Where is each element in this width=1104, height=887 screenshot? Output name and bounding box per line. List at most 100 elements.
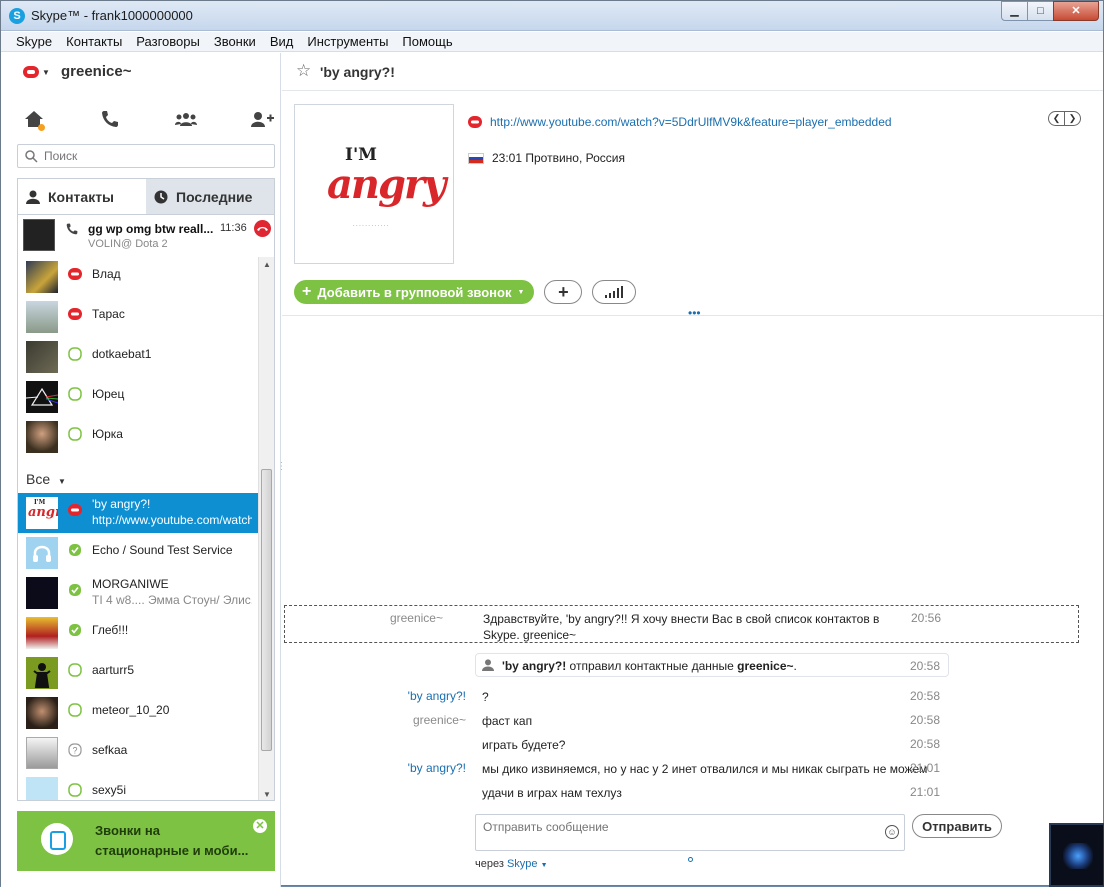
favorite-star-icon[interactable]: ☆ <box>296 61 311 81</box>
menu-help[interactable]: Помощь <box>395 32 459 51</box>
avatar <box>26 657 58 689</box>
skype-logo-icon: S <box>9 8 25 24</box>
message-time: 20:58 <box>910 713 941 727</box>
next-arrow-icon[interactable]: ❯ <box>1064 111 1081 126</box>
contact-item[interactable]: Тарас <box>18 297 258 337</box>
contact-name: MORGANIWE <box>92 577 169 591</box>
contact-name: Влад <box>92 267 121 281</box>
my-name[interactable]: greenice~ <box>61 63 131 80</box>
contact-item[interactable]: Юрец <box>18 377 258 417</box>
contact-item[interactable]: Echo / Sound Test Service <box>18 533 258 573</box>
menu-conversations[interactable]: Разговоры <box>129 32 207 51</box>
add-contact-icon[interactable] <box>247 107 277 131</box>
minimize-button[interactable]: ▁ <box>1001 1 1028 21</box>
contact-item[interactable]: dotkaebat1 <box>18 337 258 377</box>
contact-list-scrollbar[interactable]: ▲ ▼ <box>258 257 274 800</box>
contact-item-selected[interactable]: I'M angry 'by angry?! http://www.youtube… <box>18 493 258 533</box>
menu-view[interactable]: Вид <box>263 32 301 51</box>
scroll-up-icon[interactable]: ▲ <box>263 260 271 269</box>
message-sender: 'by angry?! <box>407 689 466 703</box>
my-status-icon[interactable] <box>23 66 39 78</box>
tab-recent[interactable]: Последние <box>146 179 274 214</box>
via-skype-link[interactable]: Skype <box>507 858 538 870</box>
gadget-glow <box>1063 843 1093 869</box>
menu-calls[interactable]: Звонки <box>207 32 263 51</box>
send-via: через Skype ▼ <box>475 858 548 870</box>
promo-banner[interactable]: Звонки на стационарные и моби... ✕ <box>17 811 275 871</box>
contact-name: Echo / Sound Test Service <box>92 543 233 557</box>
contact-list: Влад Тарас dotkaebat1 Юрец Юрка Все ▼ I'… <box>18 257 258 800</box>
typing-indicator-icon <box>688 857 693 862</box>
search-icon <box>25 150 38 163</box>
close-promo-icon[interactable]: ✕ <box>253 819 267 833</box>
message-sender: 'by angry?! <box>407 761 466 775</box>
group-icon[interactable] <box>171 107 201 131</box>
conversation-title: 'by angry?! <box>320 64 395 80</box>
maximize-button[interactable]: □ <box>1027 1 1054 21</box>
nav-toolbar <box>19 107 277 131</box>
call-phone-icon[interactable] <box>95 107 125 131</box>
plus-icon: + <box>302 283 312 300</box>
avatar <box>26 421 58 453</box>
call-quality-button[interactable] <box>592 280 637 304</box>
contact-item[interactable]: Глеб!!! <box>18 613 258 653</box>
contact-name: meteor_10_20 <box>92 703 170 717</box>
offline-status-icon <box>68 387 82 401</box>
contact-item[interactable]: aarturr5 <box>18 653 258 693</box>
scrollbar-thumb[interactable] <box>261 469 272 751</box>
menu-contacts[interactable]: Контакты <box>59 32 129 51</box>
busy-status-icon <box>468 116 482 128</box>
message-compose[interactable]: ☺ <box>475 814 905 851</box>
hang-up-button[interactable] <box>254 220 271 237</box>
contact-name: aarturr5 <box>92 663 135 677</box>
status-caret-icon[interactable]: ▼ <box>42 68 50 77</box>
contact-item[interactable]: ? sefkaa <box>18 733 258 773</box>
prev-arrow-icon[interactable]: ❮ <box>1048 111 1065 126</box>
plus-icon: + <box>558 281 569 302</box>
contact-item[interactable]: sexy5i <box>18 773 258 800</box>
close-button[interactable]: ✕ <box>1053 1 1099 21</box>
hang-up-icon <box>257 227 268 231</box>
contact-mood: TI 4 w8.... Эмма Стоун/ Элис... <box>92 593 252 607</box>
search-input[interactable] <box>44 148 264 164</box>
add-to-group-call-button[interactable]: + Добавить в групповой звонок ▼ <box>294 280 535 304</box>
message-time: 20:58 <box>910 689 941 703</box>
home-icon[interactable] <box>19 107 49 131</box>
busy-status-icon <box>68 504 82 516</box>
tab-contacts-label: Контакты <box>48 188 115 205</box>
contact-name: Юрка <box>92 427 123 441</box>
contact-item[interactable]: meteor_10_20 <box>18 693 258 733</box>
search-box[interactable] <box>17 144 275 168</box>
header-divider <box>282 315 1103 316</box>
online-status-icon <box>69 584 81 596</box>
signal-bars-icon <box>605 286 624 298</box>
avatar <box>25 381 59 413</box>
add-people-button[interactable]: + <box>544 280 583 304</box>
contact-item[interactable]: Юрка <box>18 417 258 457</box>
chat-message-highlighted[interactable]: greenice~ Здравствуйте, 'by angry?!! Я х… <box>284 605 1079 643</box>
contacts-tabs: Контакты Последние <box>17 178 275 214</box>
menu-skype[interactable]: Skype <box>9 32 59 51</box>
chevron-down-icon: ▼ <box>517 288 525 296</box>
contact-name: dotkaebat1 <box>92 347 152 361</box>
header-resize-handle[interactable]: ••• <box>688 306 701 320</box>
scroll-down-icon[interactable]: ▼ <box>263 790 271 799</box>
chevron-down-icon[interactable]: ▼ <box>541 862 548 869</box>
landline-call-icon <box>41 823 73 855</box>
tab-contacts[interactable]: Контакты <box>18 179 146 214</box>
active-call-name: gg wp omg btw reall... <box>88 222 214 236</box>
avatar <box>26 341 58 373</box>
mood-link[interactable]: http://www.youtube.com/watch?v=5DdrUlfMV… <box>490 115 892 129</box>
active-call-mood: VOLIN@ Dota 2 <box>88 238 168 250</box>
avatar <box>26 577 58 609</box>
active-call-item[interactable]: gg wp omg btw reall... 11:36 VOLIN@ Dota… <box>18 215 274 257</box>
contact-item[interactable]: Влад <box>18 257 258 297</box>
message-input[interactable] <box>483 820 873 846</box>
emoticon-icon[interactable]: ☺ <box>885 825 899 839</box>
profile-picture-caption: · · · · · · · · · · · · <box>353 223 389 229</box>
send-button[interactable]: Отправить <box>912 814 1002 838</box>
menu-tools[interactable]: Инструменты <box>300 32 395 51</box>
group-all-header[interactable]: Все ▼ <box>18 457 258 493</box>
contact-item[interactable]: MORGANIWE TI 4 w8.... Эмма Стоун/ Элис..… <box>18 573 258 613</box>
contact-mood: http://www.youtube.com/watch?v=5Dd <box>92 513 252 527</box>
